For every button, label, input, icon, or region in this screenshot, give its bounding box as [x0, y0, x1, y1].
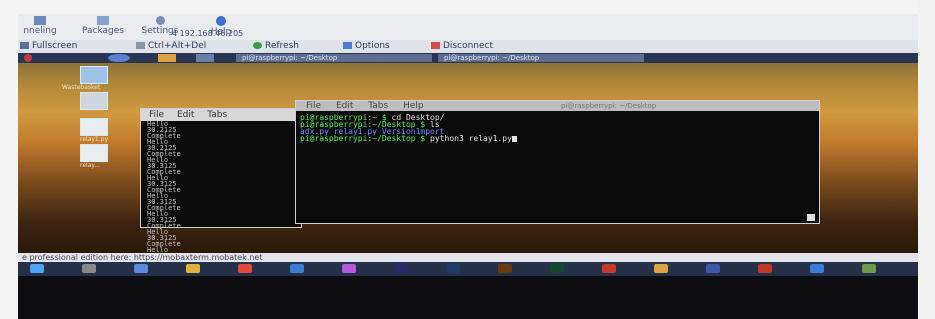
disconnect-icon: [431, 42, 440, 49]
python-file-icon[interactable]: [80, 118, 108, 136]
wastebasket-icon[interactable]: [80, 66, 108, 84]
youtube-app-icon[interactable]: [758, 264, 772, 273]
monitor-bezel: [18, 276, 918, 319]
packages-icon: [97, 16, 109, 25]
edge2-app-icon[interactable]: [810, 264, 824, 273]
menu-edit[interactable]: Edit: [177, 110, 194, 120]
scrollbar-handle[interactable]: [807, 214, 815, 221]
monitor-icon: [34, 16, 46, 25]
fullscreen-button[interactable]: Fullscreen: [20, 41, 77, 51]
page-margin: [918, 0, 935, 319]
tunneling-button[interactable]: nneling: [20, 16, 60, 36]
desktop-icon-label: relay...: [80, 162, 100, 169]
desktop-icon-label: Wastebasket: [62, 84, 101, 91]
window-title: pi@raspberrypi: ~/Desktop: [561, 102, 657, 110]
terminal-line: pi@raspberrypi:~/Desktop $ python3 relay…: [296, 135, 819, 143]
terminal-output: Hello 30.2125 Complete Hello 30.2125 Complete…: [141, 121, 301, 260]
f-app-icon[interactable]: [602, 264, 616, 273]
taskbar-window-terminal-2[interactable]: pi@raspberrypi: ~/Desktop: [438, 54, 644, 62]
terminal-menubar: File Edit Tabs Help: [306, 101, 424, 111]
chrome-app-icon[interactable]: [238, 264, 252, 273]
folder-icon[interactable]: [80, 92, 108, 110]
taskbar-window-terminal-1[interactable]: pi@raspberrypi: ~/Desktop: [236, 54, 432, 62]
edge-app-icon[interactable]: [290, 264, 304, 273]
terminal-titlebar: File Edit Tabs Help pi@raspberrypi: ~/De…: [296, 101, 819, 111]
refresh-icon: [253, 42, 262, 49]
connection-ip: 4 192.168.46.205: [172, 29, 244, 38]
menu-tabs[interactable]: Tabs: [207, 110, 227, 120]
fullscreen-icon: [20, 42, 29, 49]
explorer-app-icon[interactable]: [186, 264, 200, 273]
packages-button[interactable]: Packages: [78, 16, 128, 36]
host-taskbar: [18, 262, 918, 276]
status-bar: e professional edition here: https://mob…: [18, 253, 922, 262]
vnc-toolbar: Fullscreen Ctrl+Alt+Del Refresh Options …: [18, 40, 918, 54]
refresh-button[interactable]: Refresh: [253, 41, 299, 51]
text-cursor: [511, 135, 517, 142]
dw-app-icon[interactable]: [550, 264, 564, 273]
raspberry-menu-icon[interactable]: [24, 54, 32, 62]
options-icon: [343, 42, 352, 49]
cc-app-icon[interactable]: [654, 264, 668, 273]
host-toolbar: nneling Packages Settings Help: [18, 14, 918, 40]
task-view-app-icon[interactable]: [134, 264, 148, 273]
help-icon: [216, 16, 226, 26]
windows-app-icon[interactable]: [30, 264, 44, 273]
terminal-window-front[interactable]: File Edit Tabs Help pi@raspberrypi: ~/De…: [295, 100, 820, 224]
terminal-window-back[interactable]: File Edit Tabs Hello 30.2125 Complete Hello…: [140, 108, 302, 260]
keyboard-icon: [136, 42, 145, 49]
python-file-icon[interactable]: [80, 144, 108, 162]
menu-edit[interactable]: Edit: [336, 101, 353, 111]
settings-icon: [155, 16, 165, 25]
options-button[interactable]: Options: [343, 41, 390, 51]
files-icon[interactable]: [158, 54, 176, 62]
search-app-icon[interactable]: [82, 264, 96, 273]
photos-app-icon[interactable]: [862, 264, 876, 273]
menu-tabs[interactable]: Tabs: [368, 101, 388, 111]
menu-file[interactable]: File: [149, 110, 164, 120]
terminal-icon[interactable]: [196, 54, 214, 62]
screen-photo: nneling Packages Settings Help 4 192.168…: [0, 0, 935, 319]
ps-app-icon[interactable]: [446, 264, 460, 273]
ctrl-alt-del-button[interactable]: Ctrl+Alt+Del: [136, 41, 206, 51]
menu-file[interactable]: File: [306, 101, 321, 111]
vnc-app-icon[interactable]: [706, 264, 720, 273]
desktop-icon-label: relay1.py: [80, 136, 109, 143]
pr-app-icon[interactable]: [394, 264, 408, 273]
firefox-app-icon[interactable]: [342, 264, 356, 273]
terminal-output: pi@raspberrypi:~ $ cd Desktop/ pi@raspbe…: [296, 111, 819, 143]
disconnect-button[interactable]: Disconnect: [431, 41, 493, 51]
remote-taskbar: pi@raspberrypi: ~/Desktop pi@raspberrypi…: [18, 53, 918, 63]
ai-app-icon[interactable]: [498, 264, 512, 273]
browser-icon[interactable]: [108, 54, 130, 62]
menu-help[interactable]: Help: [403, 101, 424, 111]
